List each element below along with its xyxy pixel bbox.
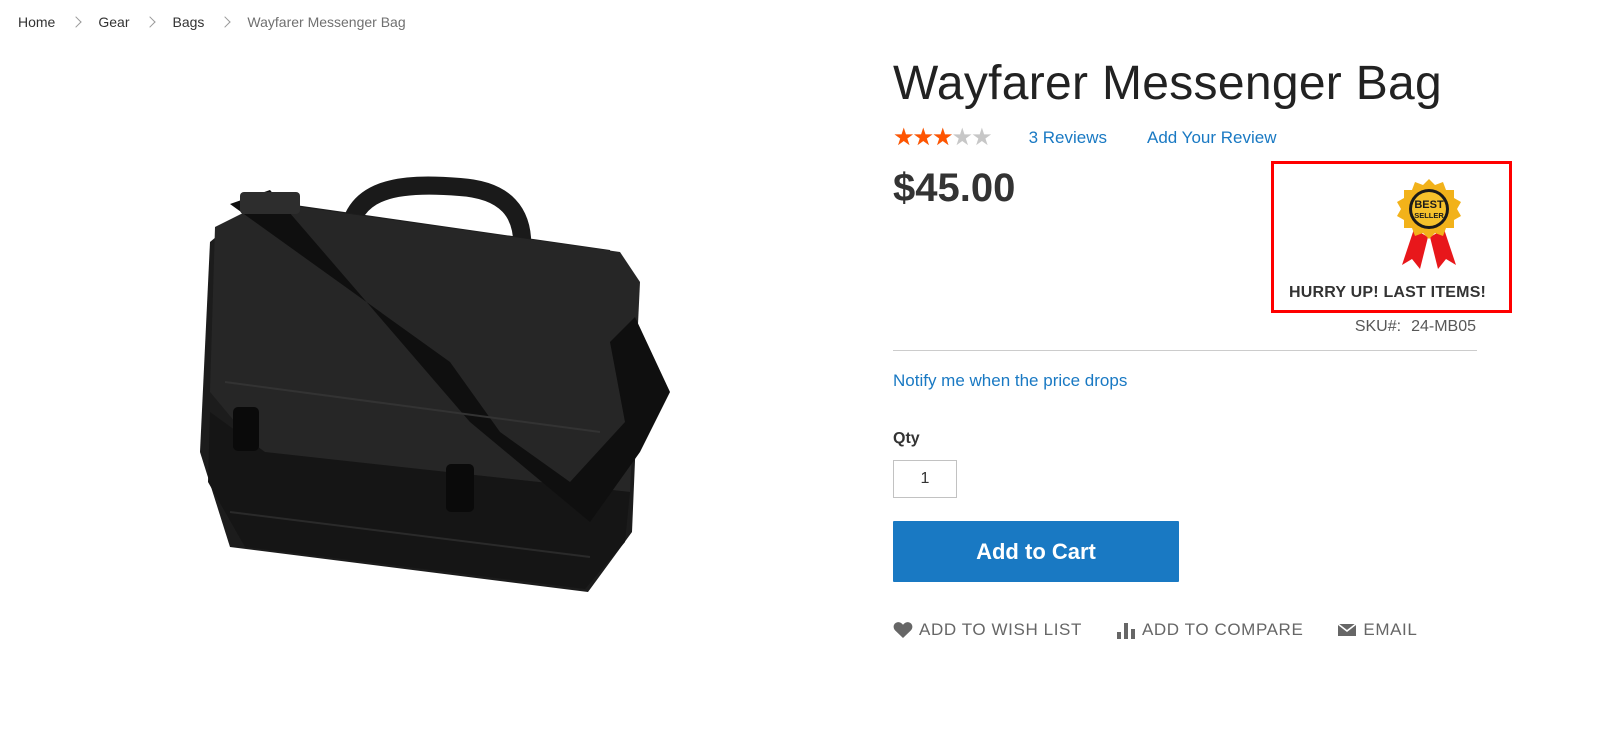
messenger-bag-image <box>200 176 670 592</box>
sku-label: SKU#: <box>1354 318 1402 335</box>
breadcrumb-current: Wayfarer Messenger Bag <box>247 14 406 30</box>
breadcrumb-gear[interactable]: Gear <box>98 14 129 30</box>
best-seller-badge: BEST SELLER HURRY UP! LAST ITEMS! <box>1271 161 1512 313</box>
product-social-links: ADD TO WISH LIST ADD TO COMPARE EMAIL <box>893 620 1451 640</box>
breadcrumb-home[interactable]: Home <box>18 14 55 30</box>
envelope-icon <box>1337 623 1357 636</box>
wishlist-label: ADD TO WISH LIST <box>919 620 1082 639</box>
add-review-link[interactable]: Add Your Review <box>1147 128 1276 148</box>
reviews-link[interactable]: 3 Reviews <box>1029 128 1107 148</box>
add-to-compare-link[interactable]: ADD TO COMPARE <box>1116 620 1303 640</box>
qty-label: Qty <box>893 430 920 447</box>
svg-text:SELLER: SELLER <box>1414 211 1444 220</box>
add-to-cart-button[interactable]: Add to Cart <box>893 521 1179 582</box>
sku-value: 24-MB05 <box>1411 318 1476 335</box>
compare-bar-chart-icon <box>1116 623 1135 639</box>
email-link[interactable]: EMAIL <box>1337 620 1417 640</box>
rating-stars: ★★★★★ ★★★★★ <box>893 126 993 150</box>
chevron-right-icon <box>144 16 157 28</box>
page-title: Wayfarer Messenger Bag <box>893 57 1443 110</box>
breadcrumb-bags[interactable]: Bags <box>172 14 204 30</box>
chevron-right-icon <box>219 16 232 28</box>
product-image[interactable] <box>170 92 710 602</box>
compare-label: ADD TO COMPARE <box>1141 620 1304 639</box>
add-to-wishlist-link[interactable]: ADD TO WISH LIST <box>893 620 1082 640</box>
product-price: $45.00 <box>893 166 1016 210</box>
best-seller-ribbon-icon: BEST SELLER <box>1397 179 1461 269</box>
svg-text:BEST: BEST <box>1414 199 1444 211</box>
price-alert-link[interactable]: Notify me when the price drops <box>893 371 1127 391</box>
chevron-right-icon <box>70 16 83 28</box>
product-rating: ★★★★★ ★★★★★ 3 Reviews Add Your Review <box>893 126 1276 150</box>
qty-input[interactable] <box>893 460 957 498</box>
breadcrumb: Home Gear Bags Wayfarer Messenger Bag <box>18 14 406 30</box>
badge-text: HURRY UP! LAST ITEMS! <box>1289 284 1487 301</box>
heart-icon <box>893 622 913 638</box>
star-filled-icon: ★★★★★ <box>893 126 952 150</box>
email-label: EMAIL <box>1363 620 1418 639</box>
divider <box>893 350 1477 351</box>
product-sku: SKU#: 24-MB05 <box>1355 318 1476 336</box>
